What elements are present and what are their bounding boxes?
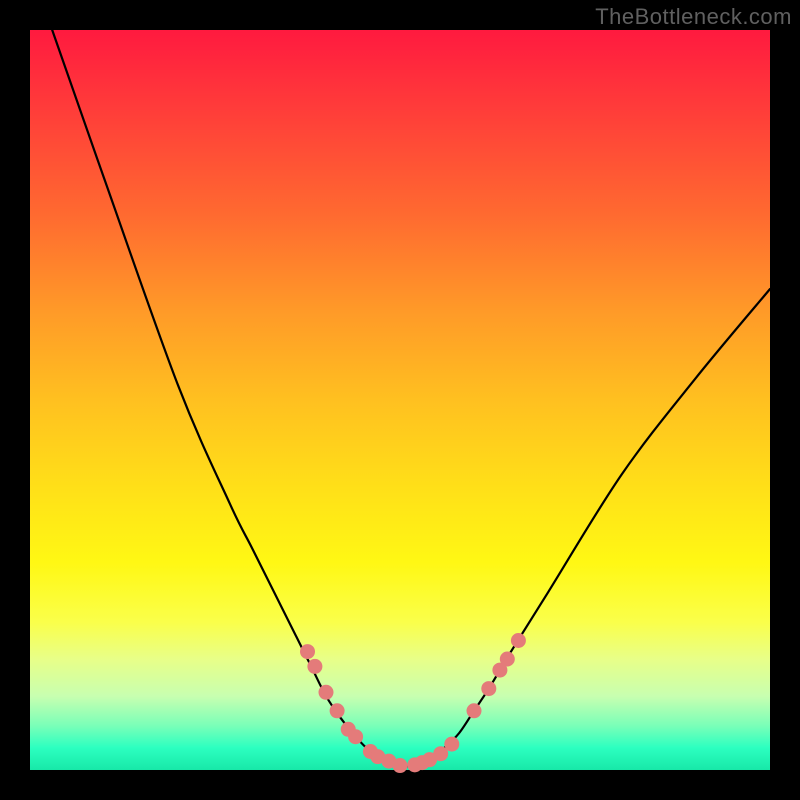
marker-dot: [330, 703, 345, 718]
marker-dot: [481, 681, 496, 696]
marker-group: [300, 633, 526, 773]
marker-dot: [319, 685, 334, 700]
marker-dot: [511, 633, 526, 648]
watermark-text: TheBottleneck.com: [595, 4, 792, 30]
marker-dot: [467, 703, 482, 718]
curve-svg: [30, 30, 770, 770]
marker-dot: [393, 758, 408, 773]
marker-dot: [348, 729, 363, 744]
marker-dot: [307, 659, 322, 674]
marker-dot: [444, 737, 459, 752]
bottleneck-curve-path: [52, 30, 770, 767]
marker-dot: [500, 652, 515, 667]
plot-area: [30, 30, 770, 770]
chart-frame: TheBottleneck.com: [0, 0, 800, 800]
marker-dot: [300, 644, 315, 659]
